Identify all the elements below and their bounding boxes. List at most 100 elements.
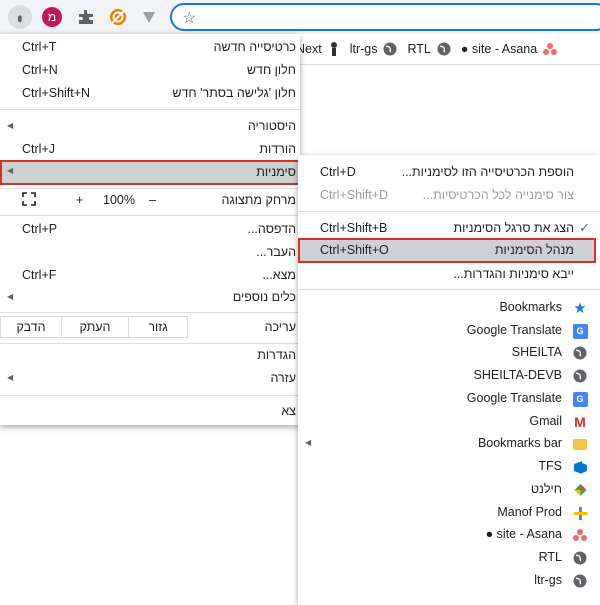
chevron-left-icon: ◀: [7, 121, 14, 130]
puzzle-extensions-icon[interactable]: [74, 5, 98, 29]
menu-item-help[interactable]: ◀ עזרה: [0, 367, 300, 390]
bookmark-ltr-gs[interactable]: ltr-gs: [350, 42, 398, 56]
menu-label: חלון 'גלישה בסתר' חדש: [172, 86, 296, 100]
menu-item-downloads[interactable]: Ctrl+J הורדות: [0, 138, 300, 161]
kebab-menu-icon[interactable]: •••: [8, 5, 32, 29]
divider: [0, 312, 300, 313]
divider: [0, 215, 300, 216]
profile-button[interactable]: מ: [40, 5, 64, 29]
menu-label: חלון חדש: [246, 63, 296, 77]
menu-label: מנהל הסימניות: [494, 243, 574, 257]
shortcut: Ctrl+P: [22, 222, 58, 236]
globe-icon: [572, 345, 588, 361]
bookmark-item[interactable]: Google Translate G: [298, 387, 600, 409]
bookmark-rtl[interactable]: RTL: [407, 42, 451, 56]
bookmark-item[interactable]: SHEILTA: [298, 341, 600, 363]
vuetify-extension-icon[interactable]: [137, 5, 161, 29]
menu-item-new-tab[interactable]: Ctrl+T כרטיסייה חדשה: [0, 36, 300, 59]
bookmark-item[interactable]: חילנט: [298, 478, 600, 500]
address-bar[interactable]: ☆: [170, 3, 600, 31]
gmail-icon: M: [574, 414, 586, 430]
shortcut: Ctrl+Shift+B: [320, 221, 388, 235]
chevron-left-icon: ◀: [7, 292, 14, 301]
menu-label: כרטיסייה חדשה: [213, 40, 296, 54]
bookmark-item[interactable]: Google Translate G: [298, 319, 600, 341]
cut-button[interactable]: גזור: [129, 316, 188, 338]
globe-icon: [572, 573, 588, 589]
chevron-left-icon: ◀: [305, 438, 312, 447]
menu-label: הצג את סרגל הסימניות: [453, 221, 574, 235]
submenu-item-import[interactable]: ייבא סימניות והגדרות...: [298, 263, 600, 285]
google-translate-icon: G: [572, 391, 588, 407]
folder-icon: [572, 436, 588, 452]
bookmark-item[interactable]: RTL: [298, 546, 600, 568]
divider: [0, 395, 300, 396]
menu-label: צא: [281, 404, 296, 418]
menu-item-cast[interactable]: העבר...: [0, 241, 300, 264]
submenu-item-bookmark-all[interactable]: Ctrl+Shift+D צור סימנייה לכל הכרטיסיות..…: [298, 184, 600, 206]
menu-label: עזרה: [270, 371, 296, 385]
menu-item-history[interactable]: ◀ היסטוריה: [0, 115, 300, 138]
menu-item-new-window[interactable]: Ctrl+N חלון חדש: [0, 59, 300, 82]
menu-item-exit[interactable]: צא: [0, 400, 300, 423]
edit-row: הדבק העתק גזור עריכה: [0, 316, 300, 340]
copy-button[interactable]: העתק: [62, 316, 129, 338]
menu-item-bookmarks[interactable]: ◀ סימניות: [0, 160, 300, 185]
menu-item-incognito[interactable]: Ctrl+Shift+N חלון 'גלישה בסתר' חדש: [0, 82, 300, 105]
bookmark-item[interactable]: Gmail M: [298, 410, 600, 432]
submenu-item-bookmark-manager[interactable]: Ctrl+Shift+O מנהל הסימניות: [298, 238, 596, 263]
google-translate-icon: G: [572, 323, 588, 339]
bookmark-next[interactable]: Next: [296, 41, 340, 57]
next-icon: [328, 41, 340, 57]
fullscreen-icon[interactable]: [22, 192, 36, 209]
paste-button[interactable]: הדבק: [0, 316, 62, 338]
asana-icon: [572, 527, 588, 543]
zoom-out-button[interactable]: –: [149, 193, 156, 207]
shortcut: Ctrl+Shift+O: [320, 243, 389, 257]
menu-label: הדפסה...: [247, 222, 296, 236]
submenu-item-bookmark-tab[interactable]: Ctrl+D הוספת הכרטיסייה הזו לסימניות...: [298, 161, 600, 183]
menu-label: היסטוריה: [247, 119, 296, 133]
zoom-row: + 100% – מרחק מתצוגה: [0, 189, 300, 213]
vpn-extension-icon[interactable]: [106, 5, 130, 29]
shortcut: Ctrl+N: [22, 63, 58, 77]
azure-devops-icon: [572, 459, 588, 475]
zoom-level: 100%: [103, 193, 135, 207]
edit-label: עריכה: [264, 320, 296, 334]
bookmarks-submenu: Ctrl+D הוספת הכרטיסייה הזו לסימניות... C…: [298, 155, 600, 605]
menu-label: העבר...: [256, 245, 296, 259]
checkmark-icon: ✓: [579, 220, 590, 235]
menu-label: ייבא סימניות והגדרות...: [453, 267, 574, 281]
menu-item-find[interactable]: Ctrl+F מצא...: [0, 264, 300, 287]
divider: [298, 211, 600, 212]
globe-icon: [437, 42, 451, 56]
shortcut: Ctrl+J: [22, 142, 55, 156]
chevron-left-icon: ◀: [7, 166, 14, 175]
bookmark-item[interactable]: ltr-gs: [298, 569, 600, 591]
bookmarks-bar: Next ltr-gs RTL ● site - Asana: [296, 34, 600, 65]
zoom-in-button[interactable]: +: [76, 193, 83, 207]
menu-label: כלים נוספים: [232, 290, 296, 304]
menu-item-more-tools[interactable]: ◀ כלים נוספים: [0, 286, 300, 309]
avatar: מ: [42, 7, 62, 27]
bookmark-item[interactable]: TFS: [298, 455, 600, 477]
zoom-label: מרחק מתצוגה: [221, 193, 296, 207]
manof-icon: [572, 505, 588, 521]
globe-icon: [383, 42, 397, 56]
bookmark-asana[interactable]: ● site - Asana: [461, 42, 558, 56]
bookmark-star-icon[interactable]: ☆: [182, 8, 196, 28]
menu-label: צור סימנייה לכל הכרטיסיות...: [422, 188, 574, 202]
menu-item-print[interactable]: Ctrl+P הדפסה...: [0, 218, 300, 241]
submenu-item-show-bar[interactable]: Ctrl+Shift+B הצג את סרגל הסימניות ✓: [298, 217, 600, 239]
bookmark-item[interactable]: Bookmarks ★: [298, 296, 600, 318]
bookmark-item[interactable]: ● site - Asana: [298, 523, 600, 545]
chrome-main-menu: Ctrl+T כרטיסייה חדשה Ctrl+N חלון חדש Ctr…: [0, 34, 300, 425]
menu-label: סימניות: [256, 165, 296, 179]
menu-item-settings[interactable]: הגדרות: [0, 344, 300, 367]
hilanet-icon: [572, 482, 588, 498]
bookmark-item[interactable]: Manof Prod: [298, 501, 600, 523]
bookmark-folder[interactable]: ◀ Bookmarks bar: [298, 432, 600, 454]
divider: [0, 109, 300, 110]
shortcut: Ctrl+F: [22, 268, 57, 282]
bookmark-item[interactable]: SHEILTA-DEVB: [298, 364, 600, 386]
